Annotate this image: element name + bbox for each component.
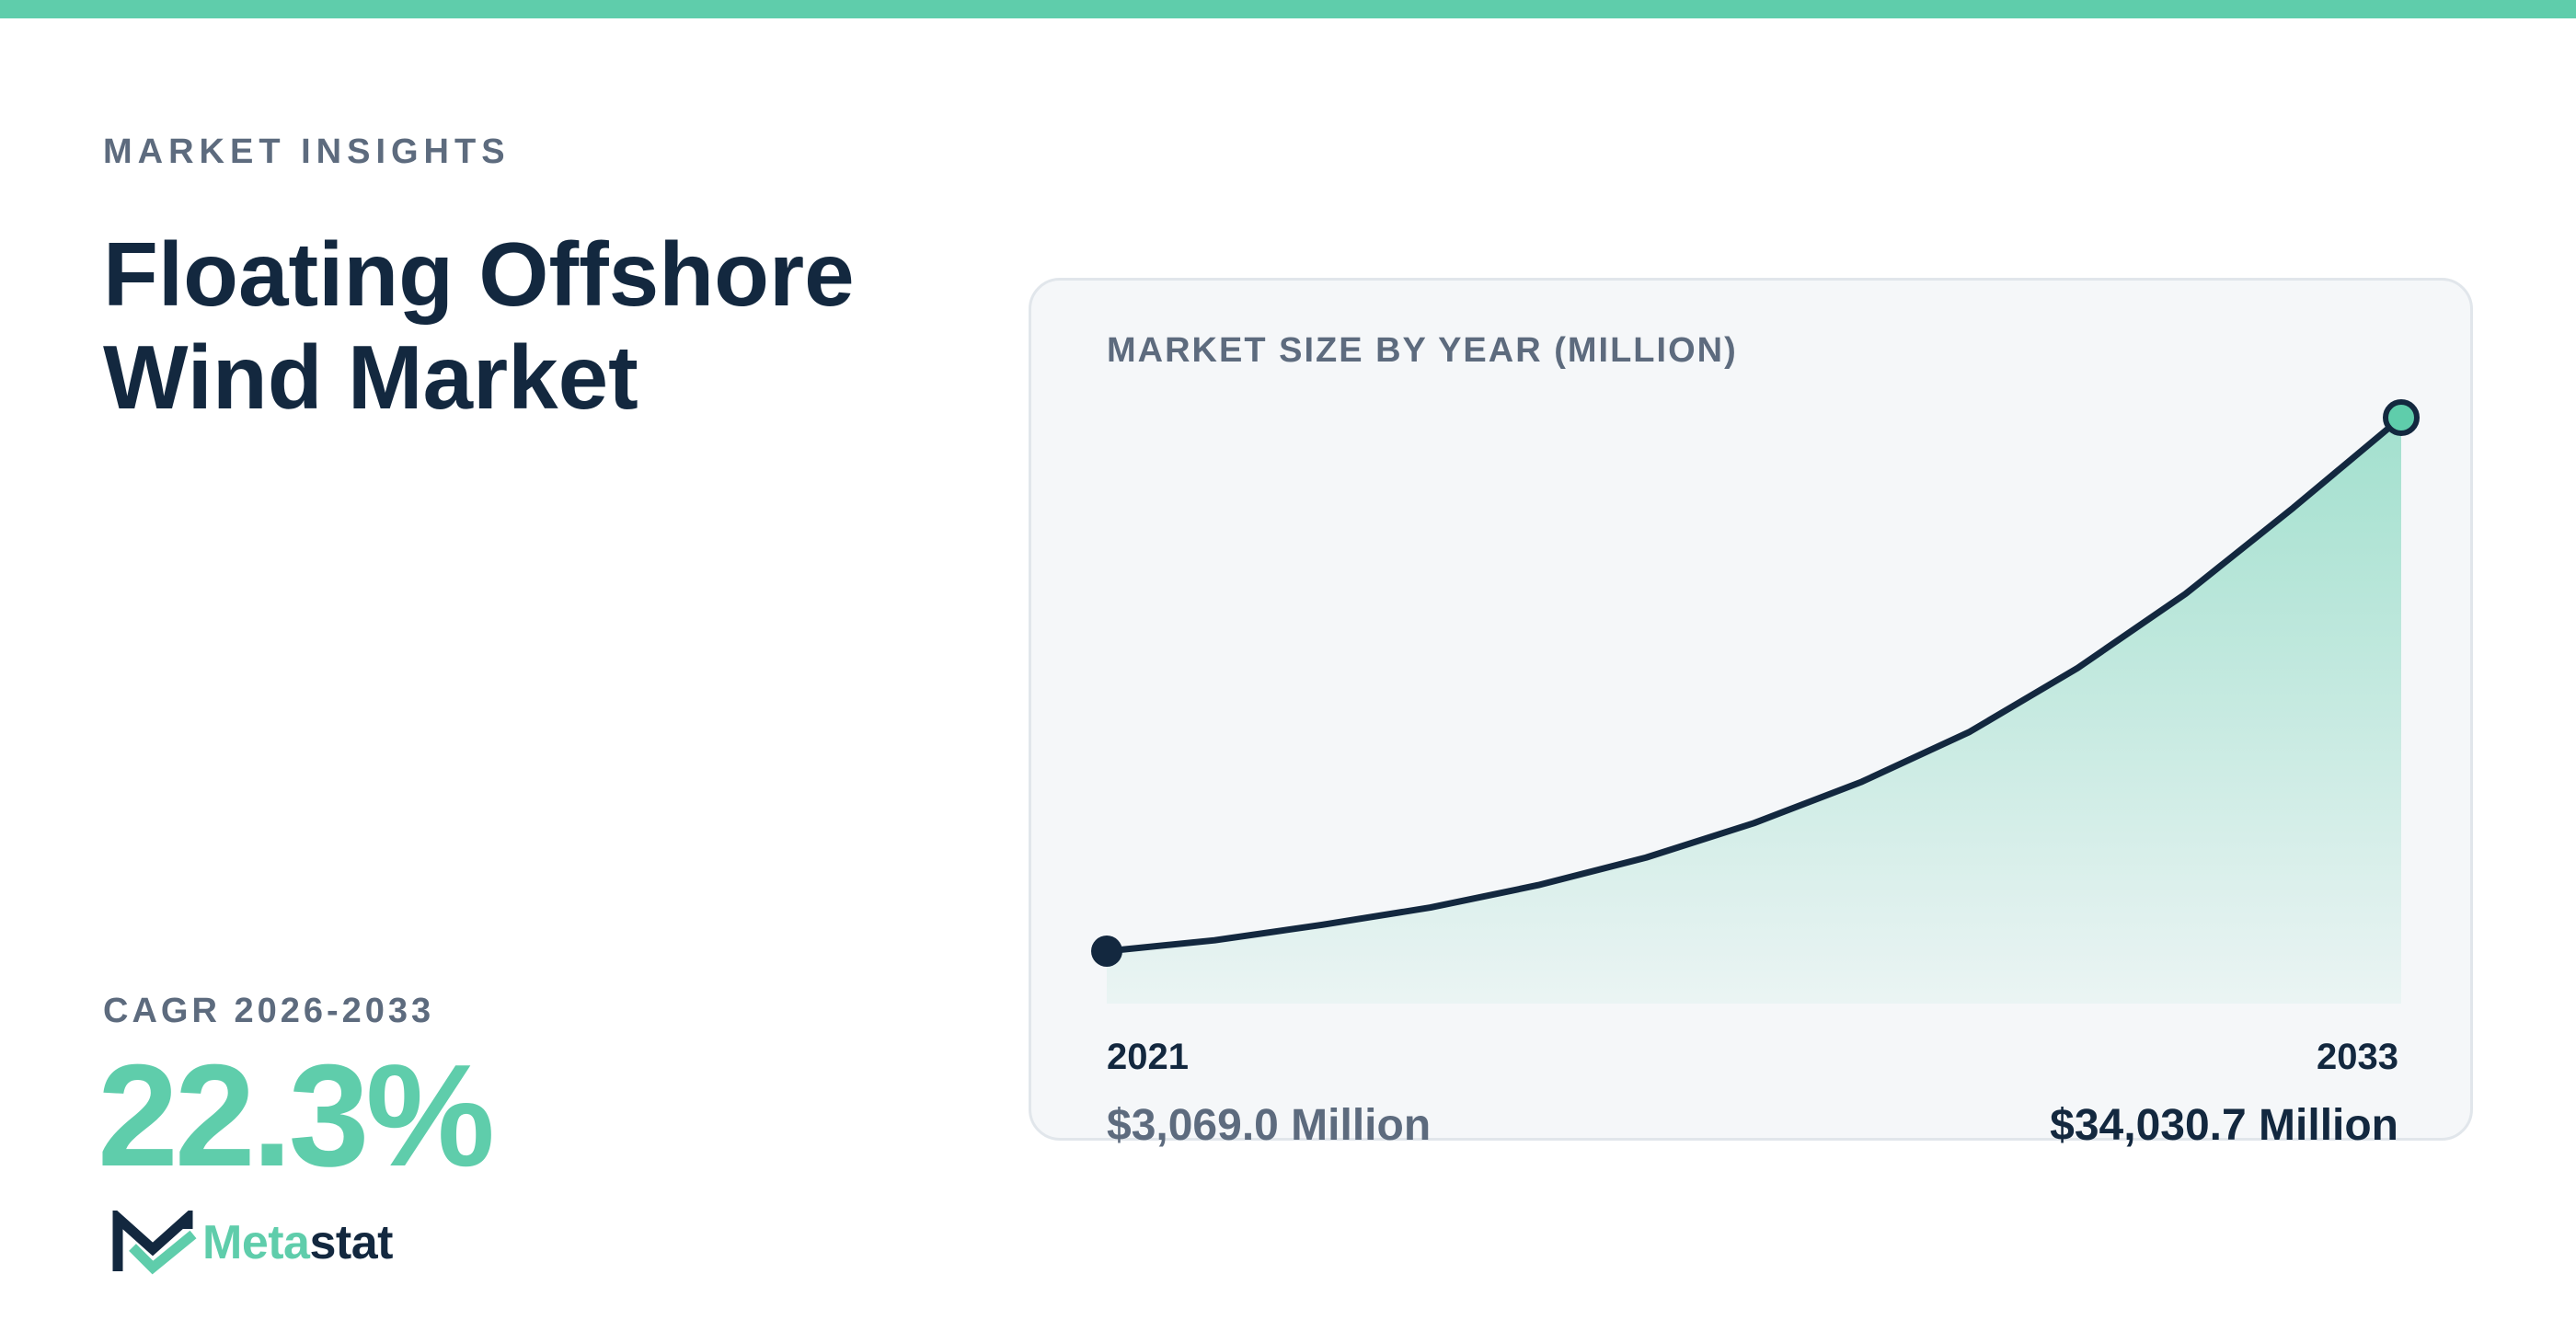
logo-wordmark: Metastat bbox=[202, 1215, 393, 1270]
metastat-m-logo-icon bbox=[112, 1211, 197, 1275]
logo-wordmark-part2: stat bbox=[309, 1216, 393, 1269]
market-size-chart bbox=[1091, 399, 2420, 1004]
end-year-label: 2033 bbox=[2317, 1037, 2398, 1077]
end-value-label: $34,030.7 Million bbox=[2050, 1101, 2398, 1150]
cagr-value: 22.3% bbox=[98, 1035, 495, 1197]
start-year-label: 2021 bbox=[1107, 1037, 1189, 1077]
top-accent-bar bbox=[0, 0, 2576, 18]
metastat-logo: Metastat bbox=[112, 1209, 393, 1277]
data-point-2033 bbox=[2383, 399, 2420, 436]
chart-marks bbox=[1091, 399, 2420, 1004]
page-title: Floating Offshore Wind Market bbox=[103, 224, 855, 428]
section-kicker: MARKET INSIGHTS bbox=[103, 132, 511, 171]
data-point-2021 bbox=[1091, 936, 1122, 967]
logo-wordmark-part1: Meta bbox=[202, 1216, 310, 1269]
chart-card: MARKET SIZE BY YEAR (MILLION) 2021 2033 … bbox=[1029, 278, 2473, 1150]
start-value-label: $3,069.0 Million bbox=[1107, 1101, 1432, 1150]
series-area bbox=[1107, 418, 2401, 1004]
cagr-label: CAGR 2026-2033 bbox=[103, 992, 435, 1030]
